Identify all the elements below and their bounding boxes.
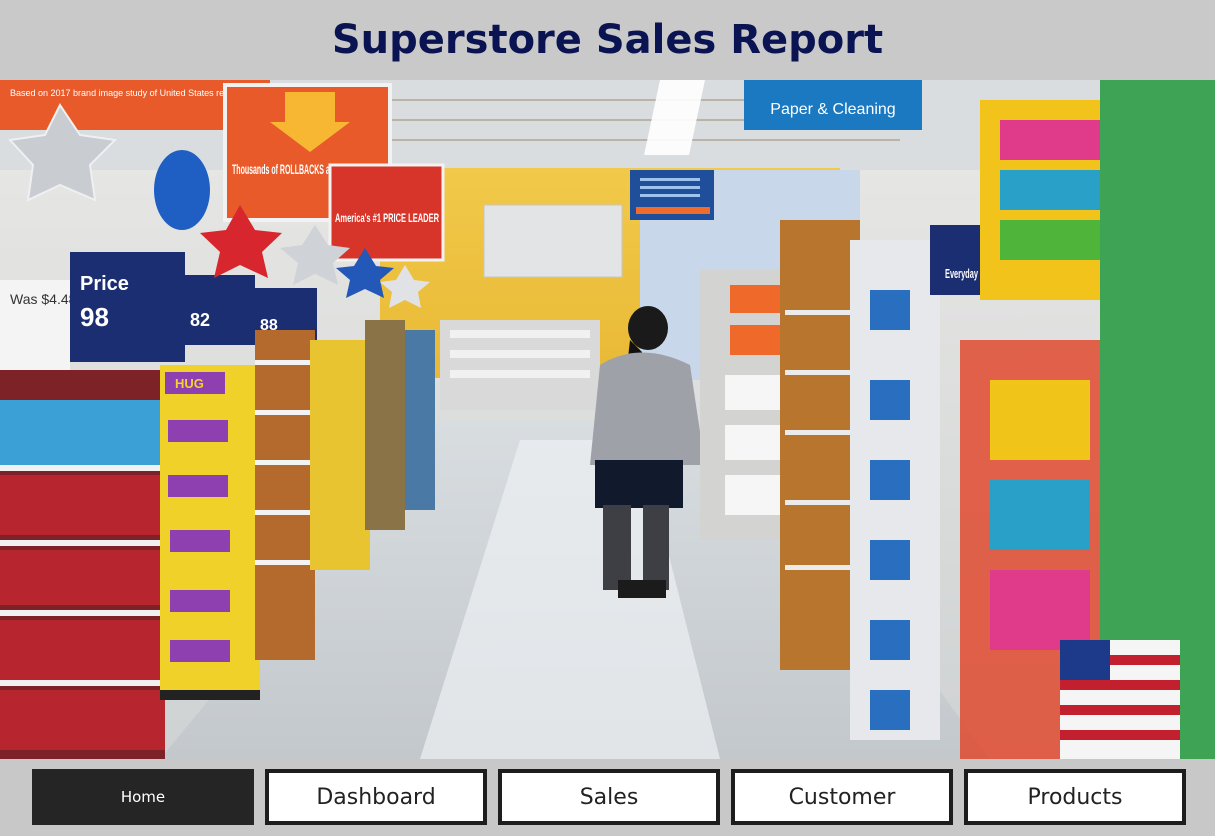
sign-paper-cleaning: Paper & Cleaning: [770, 101, 895, 118]
sign-price-value: 98: [80, 302, 109, 332]
nav-products-button[interactable]: Products: [964, 769, 1186, 825]
nav-home-button[interactable]: Home: [32, 769, 254, 825]
hero-image: Based on 2017 brand image study of Unite…: [0, 80, 1215, 759]
sign-price-leader: America's #1 PRICE LEADER: [335, 211, 439, 225]
nav-customer-button[interactable]: Customer: [731, 769, 953, 825]
store-aisle-illustration: Based on 2017 brand image study of Unite…: [0, 80, 1215, 759]
nav-sales-button[interactable]: Sales: [498, 769, 720, 825]
product-brand-label: HUG: [175, 376, 204, 391]
sign-price-label: Price: [80, 273, 129, 295]
nav-dashboard-button[interactable]: Dashboard: [265, 769, 487, 825]
sign-brand-note: Based on 2017 brand image study of Unite…: [10, 88, 255, 98]
report-header: Superstore Sales Report: [0, 0, 1215, 80]
page-title: Superstore Sales Report: [331, 17, 884, 63]
sign-price-value-2: 82: [190, 310, 210, 330]
sign-was-price: Was $4.48: [10, 291, 77, 307]
nav-bar: Home Dashboard Sales Customer Products: [0, 759, 1215, 836]
